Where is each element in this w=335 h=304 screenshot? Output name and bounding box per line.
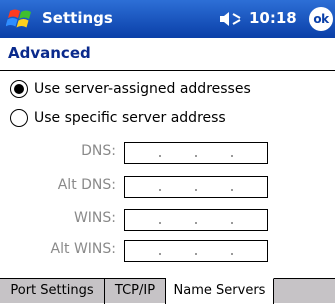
- wins-label: WINS:: [73, 210, 116, 226]
- ip-separator: [159, 253, 161, 255]
- ip-separator: [195, 155, 197, 157]
- dns-field[interactable]: [124, 142, 268, 164]
- ip-separator: [195, 189, 197, 191]
- speaker-icon[interactable]: [219, 11, 243, 27]
- option-specific-server[interactable]: Use specific server address: [10, 106, 226, 130]
- alt-dns-field[interactable]: [124, 176, 268, 198]
- app-title: Settings: [42, 9, 113, 27]
- ip-separator: [195, 222, 197, 224]
- ip-separator: [195, 253, 197, 255]
- tab-bar: Port Settings TCP/IP Name Servers: [0, 278, 335, 304]
- alt-wins-label: Alt WINS:: [50, 241, 116, 257]
- radio-button-selected[interactable]: [10, 80, 28, 98]
- option-server-assigned[interactable]: Use server-assigned addresses: [10, 77, 251, 101]
- section-title: Advanced: [8, 44, 91, 62]
- ok-button[interactable]: ok: [309, 7, 333, 31]
- alt-wins-field[interactable]: [124, 240, 268, 262]
- alt-dns-label: Alt DNS:: [57, 177, 116, 193]
- ip-separator: [231, 253, 233, 255]
- windows-flag-icon[interactable]: [6, 4, 36, 34]
- option-label[interactable]: Use specific server address: [34, 110, 226, 126]
- radio-button[interactable]: [10, 109, 28, 127]
- tab-name-servers[interactable]: Name Servers: [166, 278, 274, 304]
- ip-separator: [159, 222, 161, 224]
- title-bar: Settings 10:18 ok: [0, 0, 335, 38]
- wins-field[interactable]: [124, 209, 268, 231]
- ip-separator: [231, 155, 233, 157]
- clock[interactable]: 10:18: [249, 9, 297, 27]
- radio-dot: [14, 84, 24, 94]
- tab-tcp-ip[interactable]: TCP/IP: [105, 278, 166, 304]
- tab-port-settings[interactable]: Port Settings: [0, 278, 105, 304]
- option-label[interactable]: Use server-assigned addresses: [34, 81, 251, 97]
- dns-label: DNS:: [81, 143, 116, 159]
- ip-separator: [231, 189, 233, 191]
- ip-separator: [231, 222, 233, 224]
- ip-separator: [159, 189, 161, 191]
- section-divider: [0, 70, 335, 71]
- ip-separator: [159, 155, 161, 157]
